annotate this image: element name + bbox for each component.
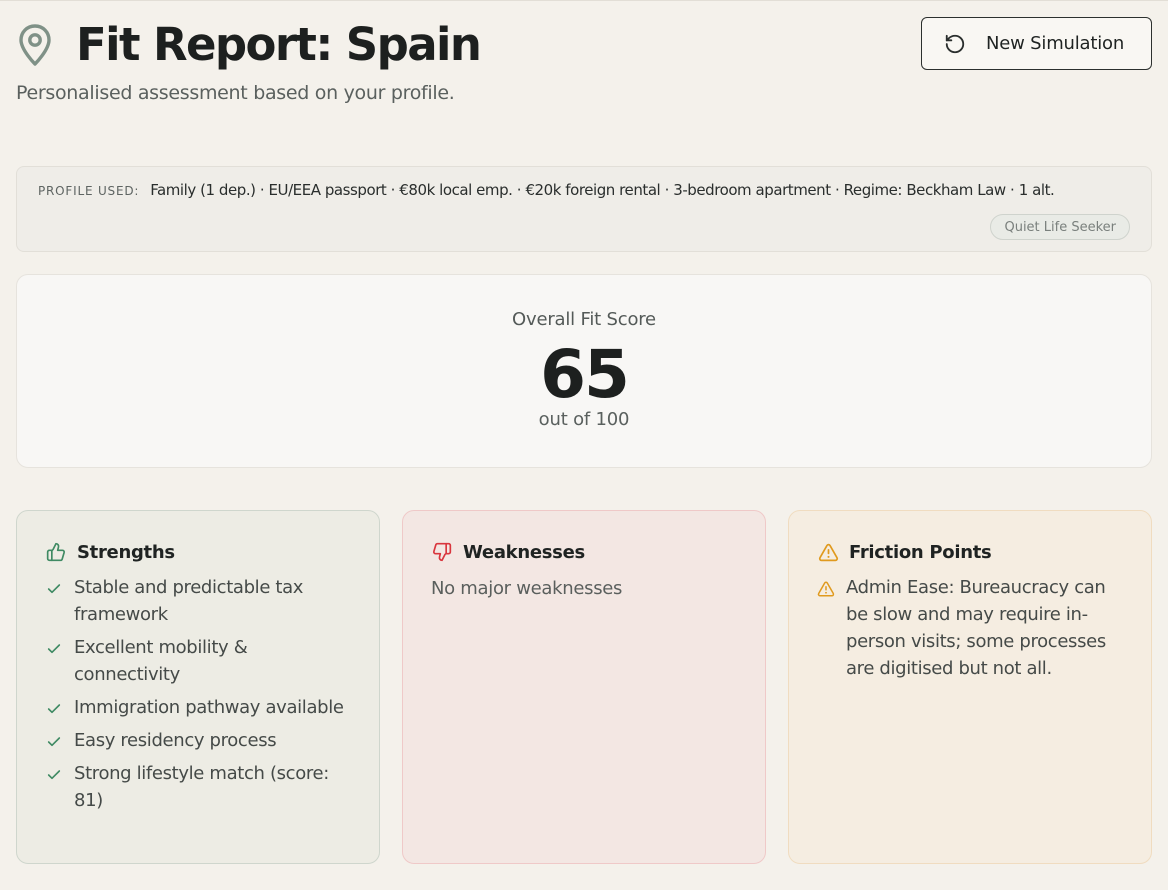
strength-item: Stable and predictable tax framework <box>45 577 353 628</box>
weaknesses-empty-text: No major weaknesses <box>431 578 623 599</box>
strength-text: Stable and predictable tax framework <box>74 577 304 625</box>
profile-label: PROFILE USED: <box>38 184 140 198</box>
friction-title: Friction Points <box>849 541 992 563</box>
strength-item: Easy residency process <box>45 730 353 754</box>
check-icon <box>45 733 63 751</box>
alert-triangle-icon <box>817 541 839 563</box>
strength-item: Strong lifestyle match (score: 81) <box>45 763 353 814</box>
rotate-ccw-icon <box>944 33 966 55</box>
profile-row: PROFILE USED: Family (1 dep.) · EU/EEA p… <box>38 181 1055 199</box>
thumbs-up-icon <box>45 541 67 563</box>
strength-text: Excellent mobility & connectivity <box>74 637 248 685</box>
strength-text: Strong lifestyle match (score: 81) <box>74 763 329 811</box>
check-icon <box>45 700 63 718</box>
score-value: 65 <box>540 336 630 413</box>
score-label: Overall Fit Score <box>512 309 656 330</box>
page-title: Fit Report: Spain <box>76 18 482 71</box>
check-icon <box>45 580 63 598</box>
weaknesses-panel: Weaknesses No major weaknesses <box>402 510 766 864</box>
friction-panel: Friction Points Admin Ease: Bureaucracy … <box>788 510 1152 864</box>
new-simulation-label: New Simulation <box>986 33 1125 54</box>
profile-summary: PROFILE USED: Family (1 dep.) · EU/EEA p… <box>16 166 1152 252</box>
overall-score-card: Overall Fit Score 65 out of 100 <box>16 274 1152 468</box>
strengths-list: Stable and predictable tax framework Exc… <box>45 577 353 814</box>
strengths-header: Strengths <box>45 539 353 565</box>
page-subtitle: Personalised assessment based on your pr… <box>16 82 455 104</box>
strength-text: Immigration pathway available <box>74 697 344 718</box>
check-icon <box>45 640 63 658</box>
strength-text: Easy residency process <box>74 730 277 751</box>
new-simulation-button[interactable]: New Simulation <box>921 17 1152 70</box>
alert-triangle-icon <box>817 580 835 598</box>
score-max-label: out of 100 <box>538 409 630 430</box>
weaknesses-header: Weaknesses <box>431 539 739 565</box>
check-icon <box>45 766 63 784</box>
map-pin-icon <box>18 21 60 69</box>
friction-header: Friction Points <box>817 539 1125 565</box>
profile-value: Family (1 dep.) · EU/EEA passport · €80k… <box>150 181 1055 199</box>
persona-badge: Quiet Life Seeker <box>990 214 1130 240</box>
strength-item: Excellent mobility & connectivity <box>45 637 353 688</box>
weaknesses-title: Weaknesses <box>463 541 585 563</box>
thumbs-down-icon <box>431 541 453 563</box>
report-header: Fit Report: Spain Personalised assessmen… <box>16 15 1152 104</box>
strength-item: Immigration pathway available <box>45 697 353 721</box>
strengths-panel: Strengths Stable and predictable tax fra… <box>16 510 380 864</box>
friction-text: Admin Ease: Bureaucracy can be slow and … <box>846 577 1106 679</box>
friction-item: Admin Ease: Bureaucracy can be slow and … <box>817 577 1125 682</box>
friction-list: Admin Ease: Bureaucracy can be slow and … <box>817 577 1125 682</box>
strengths-title: Strengths <box>77 541 175 563</box>
